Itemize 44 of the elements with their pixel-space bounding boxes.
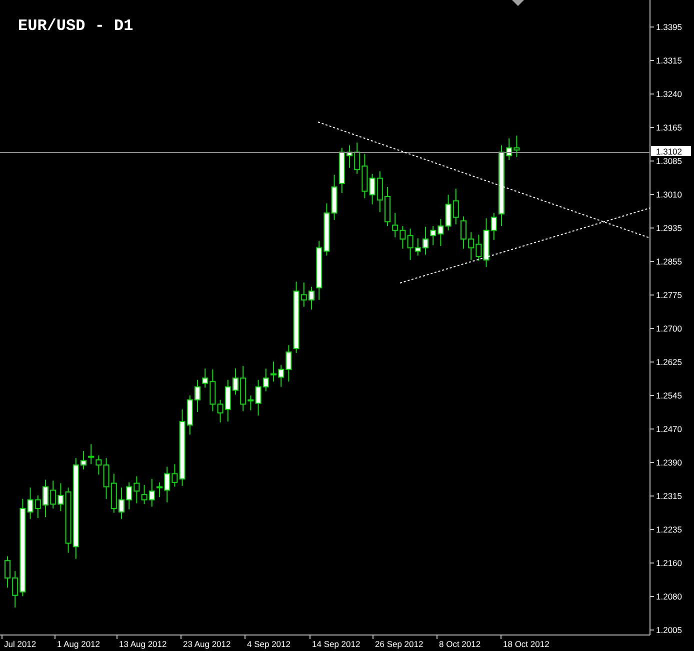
- date-label: 26 Sep 2012: [375, 639, 424, 649]
- price-label: 1.3085: [656, 156, 682, 166]
- candle: [232, 368, 238, 396]
- date-label: 1 Aug 2012: [57, 639, 100, 649]
- price-label: 1.2005: [656, 625, 682, 635]
- price-label: 1.2700: [656, 324, 682, 334]
- price-label: 1.2855: [656, 256, 682, 266]
- date-label: 18 Oct 2012: [503, 639, 550, 649]
- price-label: 1.2935: [656, 223, 682, 233]
- candle: [384, 186, 390, 227]
- candle: [156, 482, 162, 498]
- price-label: 1.2390: [656, 458, 682, 468]
- candle: [346, 144, 352, 168]
- candle: [80, 450, 86, 470]
- date-label: 8 Oct 2012: [439, 639, 481, 649]
- candle: [194, 379, 200, 412]
- date-label: 14 Sep 2012: [312, 639, 360, 649]
- candle: [118, 487, 124, 520]
- current-price-tag: 1.3102: [651, 146, 691, 156]
- price-label: 1.2315: [656, 491, 682, 501]
- price-label: 1.2775: [656, 290, 682, 300]
- price-label: 1.3010: [656, 190, 682, 200]
- candle: [4, 556, 10, 588]
- price-label: 1.3240: [656, 89, 682, 99]
- price-label: 1.3395: [656, 22, 682, 32]
- price-label: 1.3165: [656, 122, 682, 132]
- candle: [460, 216, 466, 250]
- chart-title: EUR/USD - D1: [18, 17, 134, 35]
- candle: [270, 361, 276, 382]
- candle: [308, 286, 314, 310]
- price-label: 1.2080: [656, 592, 682, 602]
- candle: [422, 226, 428, 256]
- price-label: 1.2470: [656, 424, 682, 434]
- price-label: 1.3315: [656, 56, 682, 66]
- price-label: 1.2545: [656, 390, 682, 400]
- date-label: 23 Aug 2012: [183, 639, 231, 649]
- date-label: 4 Sep 2012: [247, 639, 290, 649]
- date-label: Jul 2012: [4, 639, 36, 649]
- price-label: 1.2235: [656, 524, 682, 534]
- date-label: 13 Aug 2012: [119, 639, 167, 649]
- price-label: 1.2625: [656, 357, 682, 367]
- candle: [42, 479, 48, 518]
- triangle-icon: [512, 0, 524, 6]
- price-label: 1.2160: [656, 558, 682, 568]
